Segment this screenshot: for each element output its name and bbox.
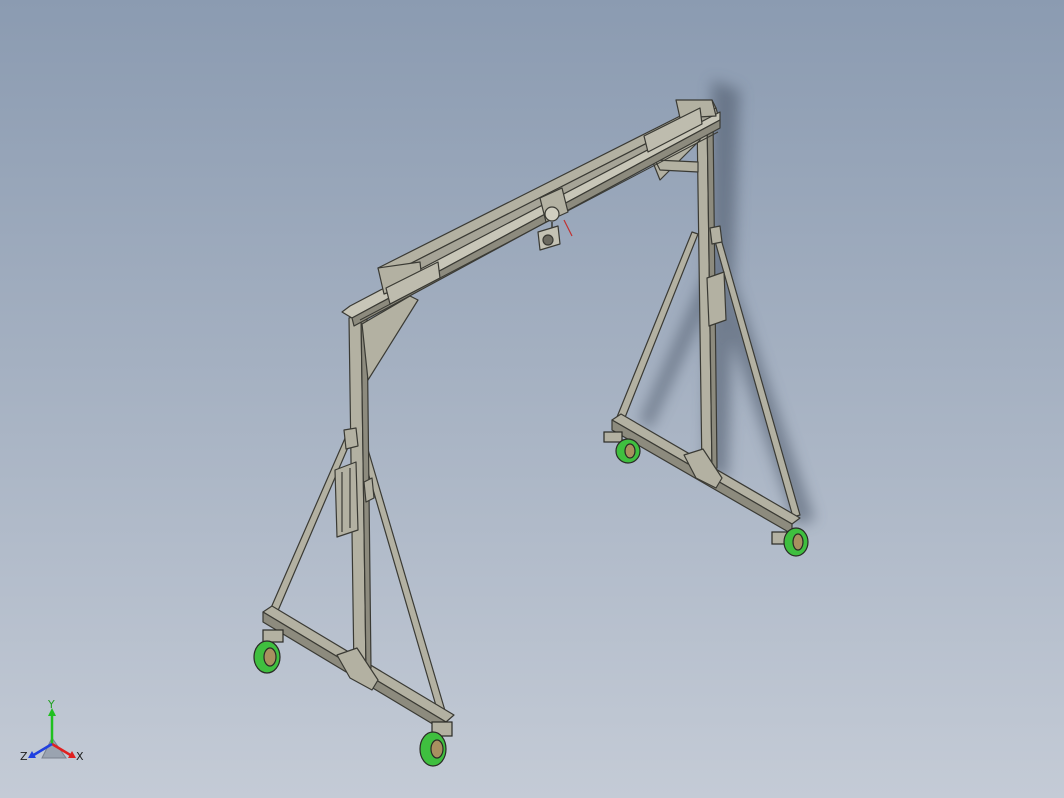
left-frame (262, 295, 455, 733)
x-axis-label: X (76, 750, 84, 763)
top-beam (341, 99, 721, 327)
caster-left-front (253, 629, 284, 674)
y-axis-label: Y (47, 700, 55, 711)
z-axis-label: Z (20, 750, 28, 763)
caster-left-rear (419, 721, 453, 767)
caster-right-rear (771, 527, 809, 557)
right-frame (611, 114, 801, 535)
gantry-crane-model[interactable] (0, 0, 1064, 798)
3d-viewport[interactable]: Y X Z (0, 0, 1064, 798)
orientation-triad[interactable]: Y X Z (18, 700, 90, 772)
